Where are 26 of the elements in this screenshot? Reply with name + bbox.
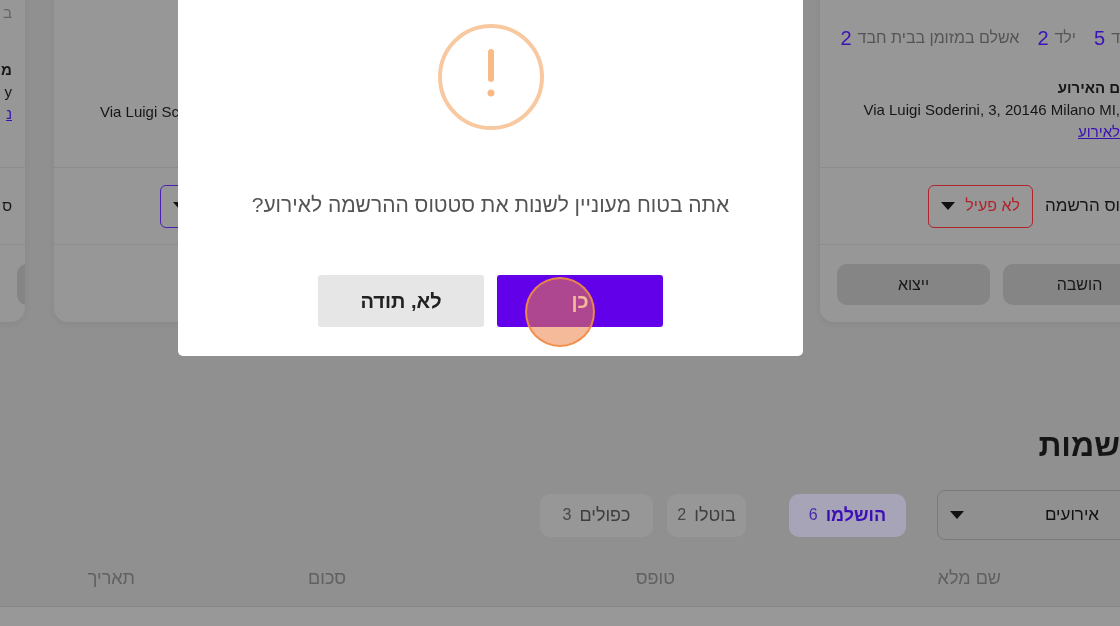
count-value: 2: [1037, 26, 1049, 50]
event-dropdown[interactable]: אירועים: [937, 490, 1120, 540]
address-text: Via Luigi Sc: [100, 102, 180, 122]
cancel-button[interactable]: לא, תודה: [318, 275, 484, 327]
card-title: ם האירוע: [1057, 78, 1120, 98]
count-label: אשלם במזומן בבית חבד: [857, 29, 1020, 47]
status-label: ס: [2, 196, 12, 216]
export-button[interactable]: ייצוא: [837, 264, 990, 305]
warning-icon: [436, 23, 545, 131]
count-label: ד: [1111, 29, 1120, 47]
event-link[interactable]: לאירוע: [1078, 121, 1120, 143]
count-label: ילד: [1054, 29, 1076, 47]
status-dropdown[interactable]: לא פעיל: [928, 184, 1033, 228]
count-value: 5: [1094, 26, 1106, 50]
section-title: שמות: [1037, 427, 1120, 463]
count-value: 2: [840, 26, 852, 50]
address-text: y: [3, 82, 12, 102]
caret-icon: [941, 202, 956, 210]
event-link[interactable]: נ: [0, 103, 12, 125]
caret-icon: [950, 511, 964, 519]
status-label: וס הרשמה: [1045, 195, 1120, 217]
dialog-message: אתה בטוח מעוניין לשנות את סטטוס ההרשמה לאירוע?: [251, 192, 730, 218]
seating-button[interactable]: הושבה: [1003, 264, 1120, 305]
confirm-button[interactable]: כן: [497, 275, 663, 327]
address-text: Via Luigi Soderini, 3, 20146 Milano MI,: [863, 100, 1120, 120]
card-title: מ: [0, 60, 12, 80]
